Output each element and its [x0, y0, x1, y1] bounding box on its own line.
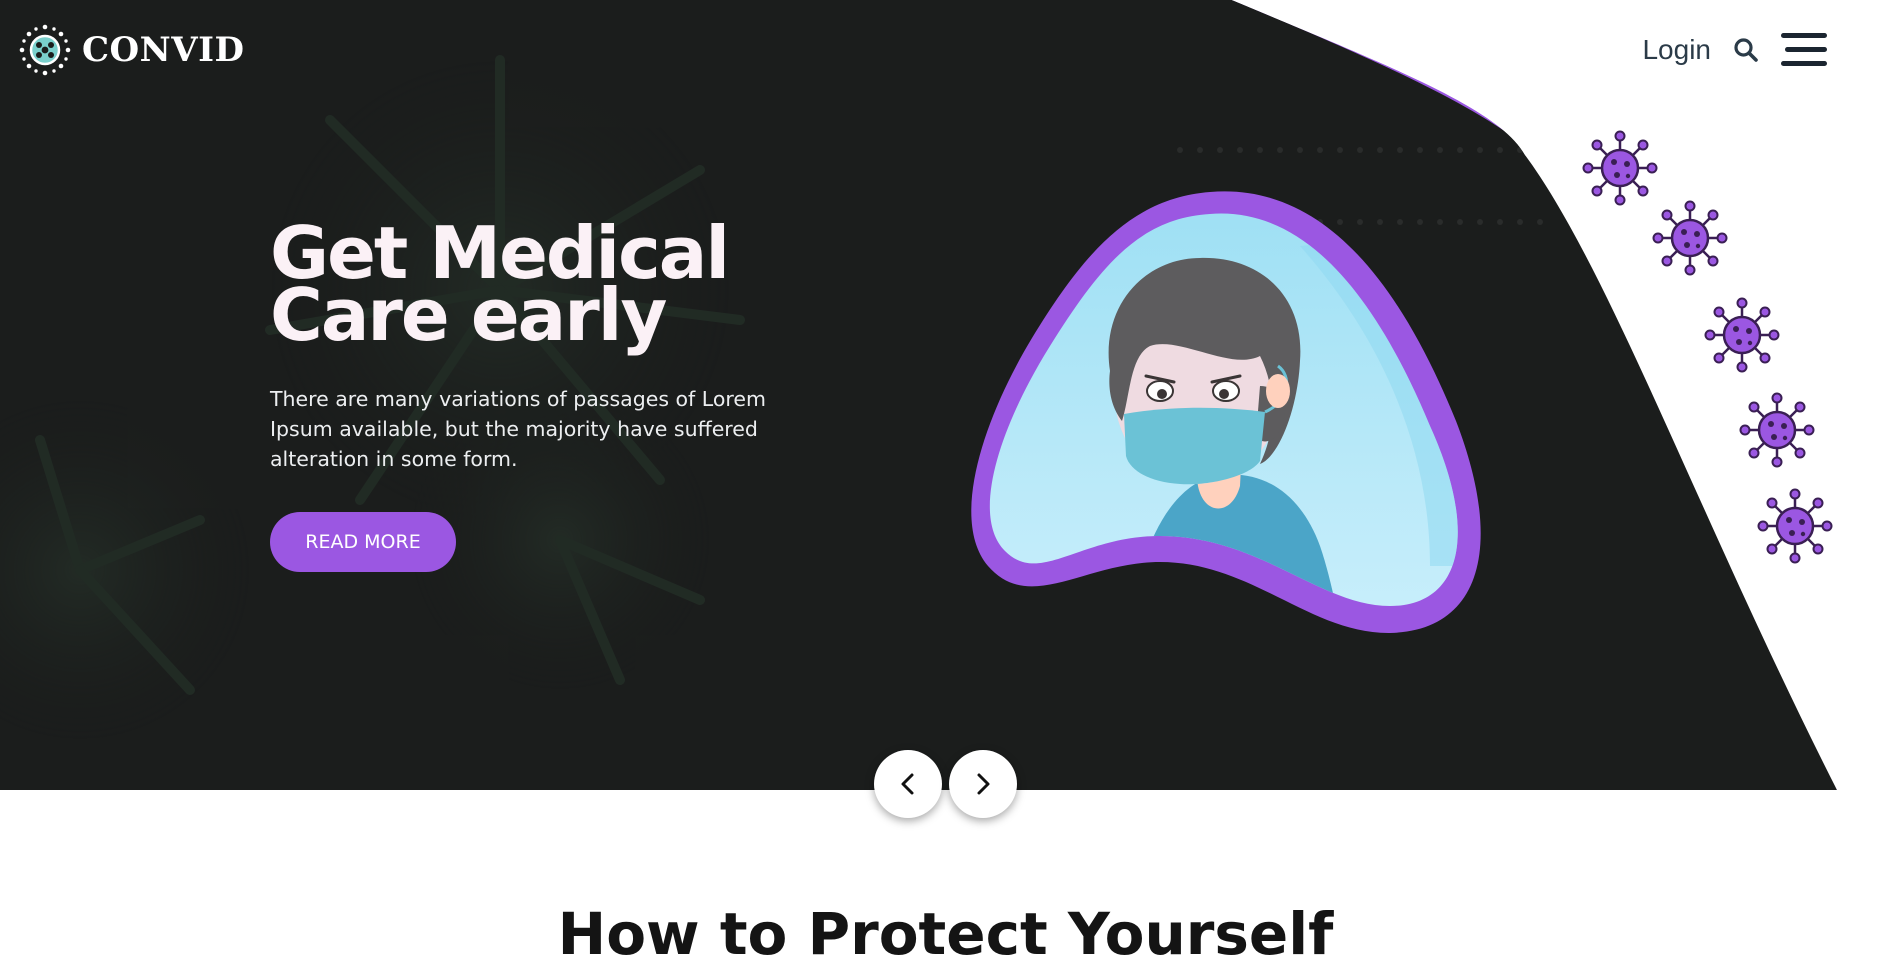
hero-banner: CONVID Login Get Medical Care early Ther… — [0, 0, 1891, 790]
hamburger-menu-icon[interactable] — [1781, 31, 1829, 69]
section-title: How to Protect Yourself — [557, 900, 1334, 968]
chevron-right-icon — [977, 773, 990, 795]
search-icon[interactable] — [1733, 37, 1759, 63]
brand-logo[interactable]: CONVID — [18, 22, 245, 78]
hero-description: There are many variations of passages of… — [270, 387, 766, 471]
chevron-left-icon — [901, 773, 914, 795]
hero-title-line-2: Care early — [270, 273, 667, 357]
masked-boy-illustration — [971, 191, 1481, 634]
slider-next-button[interactable] — [949, 750, 1017, 818]
top-navigation: Login — [1642, 28, 1829, 72]
login-link[interactable]: Login — [1642, 34, 1711, 66]
hero-title: Get Medical Care early — [270, 217, 870, 351]
hero-content: Get Medical Care early There are many va… — [270, 217, 870, 572]
virus-logo-icon — [19, 24, 71, 76]
brand-name: CONVID — [82, 30, 245, 70]
read-more-button[interactable]: READ MORE — [270, 512, 456, 572]
slider-prev-button[interactable] — [874, 750, 942, 818]
